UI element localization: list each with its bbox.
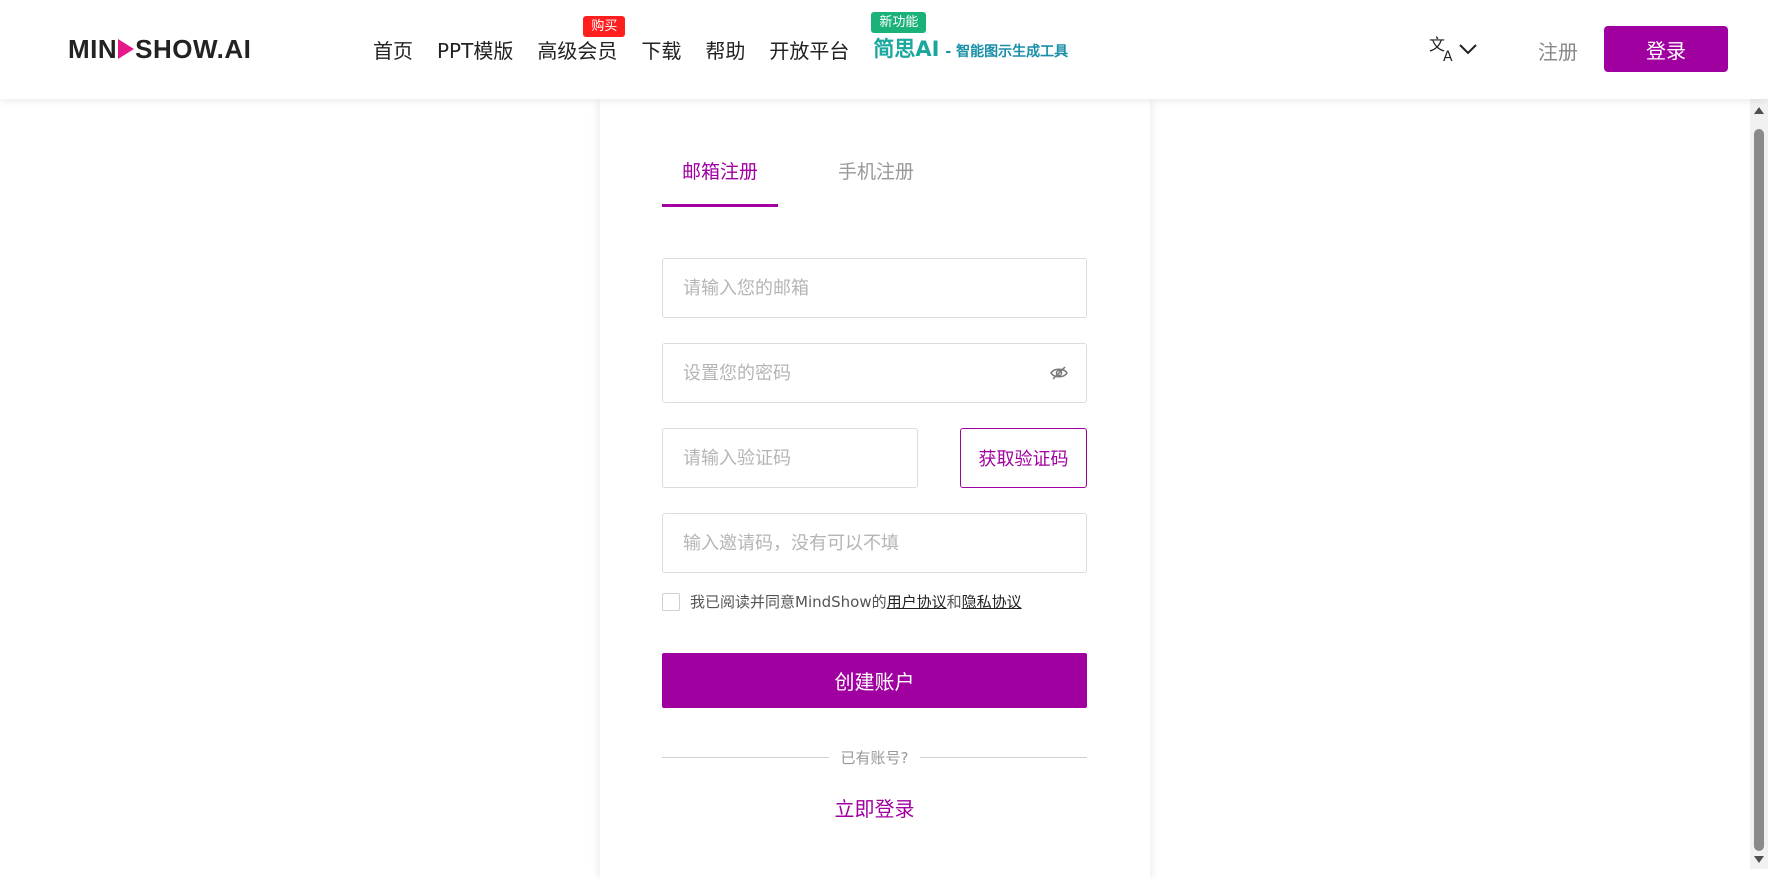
tab-phone-register[interactable]: 手机注册: [838, 157, 914, 207]
nav-open-platform[interactable]: 开放平台: [769, 36, 849, 66]
login-button[interactable]: 登录: [1604, 26, 1728, 72]
invite-code-input[interactable]: [663, 514, 1086, 572]
top-header: MIN SHOW.AI 首页 PPT模版 购买 高级会员 下载 帮助 开放平台 …: [0, 0, 1768, 99]
scroll-up-arrow-icon[interactable]: [1754, 107, 1764, 114]
have-account-text: 已有账号?: [840, 748, 909, 767]
nav-ppt-templates[interactable]: PPT模版: [437, 36, 513, 66]
agreement-and: 和: [946, 593, 962, 611]
invite-field-wrapper: [662, 513, 1087, 573]
divider-line-left: [662, 756, 829, 758]
scroll-thumb[interactable]: [1754, 129, 1764, 851]
scroll-down-arrow-icon[interactable]: [1754, 856, 1764, 863]
password-field-wrapper: [662, 343, 1087, 403]
tab-email-register[interactable]: 邮箱注册: [661, 157, 779, 207]
register-card: 邮箱注册 手机注册 获取验证码 我已阅读并同意MindShow的 用户协议 和 …: [600, 99, 1150, 879]
nav-help[interactable]: 帮助: [705, 36, 745, 66]
have-account-divider: 已有账号?: [662, 747, 1087, 767]
eye-slash-icon[interactable]: [1050, 364, 1068, 382]
register-link[interactable]: 注册: [1538, 36, 1578, 65]
logo-text-start: MIN: [68, 33, 118, 64]
agreement-prefix: 我已阅读并同意MindShow的: [690, 593, 887, 611]
buy-badge: 购买: [583, 15, 626, 37]
agreement-checkbox[interactable]: [662, 592, 680, 611]
nav-home[interactable]: 首页: [373, 36, 413, 66]
main-nav: 首页 PPT模版 购买 高级会员 下载 帮助 开放平台 新功能 简思AI - 智…: [373, 12, 1092, 67]
password-input[interactable]: [663, 344, 1086, 402]
email-input[interactable]: [663, 259, 1086, 317]
chevron-down-icon: [1459, 44, 1477, 55]
language-switcher[interactable]: 文 A: [1428, 34, 1478, 64]
register-tabs: 邮箱注册 手机注册: [661, 157, 914, 207]
divider-line-right: [920, 756, 1087, 758]
logo-text-end: SHOW.AI: [135, 33, 252, 64]
user-agreement-link[interactable]: 用户协议: [887, 591, 947, 612]
verification-code-input[interactable]: [663, 429, 917, 487]
create-account-button[interactable]: 创建账户: [662, 653, 1087, 708]
new-feature-badge: 新功能: [871, 12, 927, 33]
translate-icon: 文 A: [1429, 35, 1453, 64]
code-field-wrapper: [662, 428, 918, 488]
login-now-link[interactable]: 立即登录: [662, 793, 1087, 822]
ai-sub-label: - 智能图示生成工具: [945, 44, 1069, 60]
agreement-row: 我已阅读并同意MindShow的 用户协议 和 隐私协议: [662, 591, 1022, 612]
nav-premium[interactable]: 购买 高级会员: [537, 15, 626, 66]
privacy-policy-link[interactable]: 隐私协议: [962, 591, 1022, 612]
logo[interactable]: MIN SHOW.AI: [68, 32, 251, 66]
play-icon: [118, 39, 135, 59]
svg-text:A: A: [1443, 49, 1453, 64]
email-field-wrapper: [662, 258, 1087, 318]
nav-jiansi-ai[interactable]: 新功能 简思AI - 智能图示生成工具: [871, 12, 1069, 67]
page-scrollbar[interactable]: [1750, 99, 1768, 869]
nav-download[interactable]: 下载: [641, 36, 681, 66]
ai-main-label: 简思AI: [873, 37, 940, 61]
get-code-button[interactable]: 获取验证码: [960, 428, 1087, 488]
